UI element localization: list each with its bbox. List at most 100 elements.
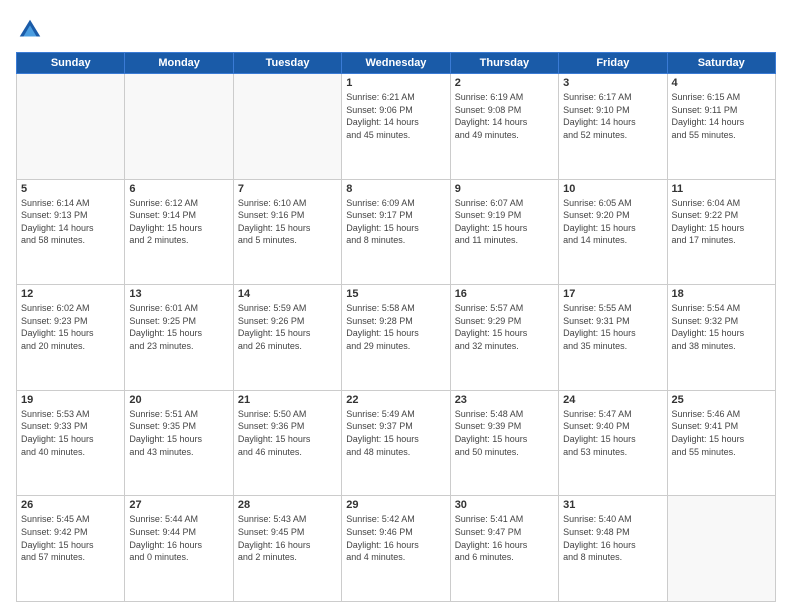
calendar-cell: 3 Sunrise: 6:17 AM Sunset: 9:10 PM Daylig… bbox=[559, 74, 667, 180]
day-info: Sunrise: 5:42 AM Sunset: 9:46 PM Dayligh… bbox=[346, 513, 445, 563]
calendar-cell: 11Sunrise: 6:04 AM Sunset: 9:22 PM Dayli… bbox=[667, 179, 775, 285]
calendar-cell bbox=[125, 74, 233, 180]
calendar-cell: 8 Sunrise: 6:09 AM Sunset: 9:17 PM Daylig… bbox=[342, 179, 450, 285]
day-number: 3 bbox=[563, 77, 662, 89]
calendar-cell: 17Sunrise: 5:55 AM Sunset: 9:31 PM Dayli… bbox=[559, 285, 667, 391]
day-number: 27 bbox=[129, 499, 228, 511]
week-row-3: 12 Sunrise: 6:02 AM Sunset: 9:23 PM Dayli… bbox=[17, 285, 776, 391]
calendar-table: SundayMondayTuesdayWednesdayThursdayFrid… bbox=[16, 52, 776, 602]
day-number: 19 bbox=[21, 394, 120, 406]
day-number: 14 bbox=[238, 288, 337, 300]
calendar-cell: 26Sunrise: 5:45 AM Sunset: 9:42 PM Dayli… bbox=[17, 496, 125, 602]
day-number: 5 bbox=[21, 183, 120, 195]
day-number: 28 bbox=[238, 499, 337, 511]
day-number: 15 bbox=[346, 288, 445, 300]
weekday-thursday: Thursday bbox=[450, 53, 558, 74]
calendar-cell: 7 Sunrise: 6:10 AM Sunset: 9:16 PM Daylig… bbox=[233, 179, 341, 285]
calendar-cell: 12 Sunrise: 6:02 AM Sunset: 9:23 PM Dayli… bbox=[17, 285, 125, 391]
day-number: 30 bbox=[455, 499, 554, 511]
calendar-cell: 15 Sunrise: 5:58 AM Sunset: 9:28 PM Dayli… bbox=[342, 285, 450, 391]
day-info: Sunrise: 6:14 AM Sunset: 9:13 PM Dayligh… bbox=[21, 197, 120, 247]
day-info: Sunrise: 6:09 AM Sunset: 9:17 PM Dayligh… bbox=[346, 197, 445, 247]
calendar-cell: 21 Sunrise: 5:50 AM Sunset: 9:36 PM Dayli… bbox=[233, 390, 341, 496]
day-number: 8 bbox=[346, 183, 445, 195]
week-row-5: 26Sunrise: 5:45 AM Sunset: 9:42 PM Dayli… bbox=[17, 496, 776, 602]
day-number: 1 bbox=[346, 77, 445, 89]
calendar-cell bbox=[667, 496, 775, 602]
calendar-cell: 23Sunrise: 5:48 AM Sunset: 9:39 PM Dayli… bbox=[450, 390, 558, 496]
day-info: Sunrise: 5:44 AM Sunset: 9:44 PM Dayligh… bbox=[129, 513, 228, 563]
logo-icon bbox=[16, 16, 44, 44]
day-info: Sunrise: 5:45 AM Sunset: 9:42 PM Dayligh… bbox=[21, 513, 120, 563]
calendar-cell: 31 Sunrise: 5:40 AM Sunset: 9:48 PM Dayli… bbox=[559, 496, 667, 602]
day-info: Sunrise: 5:40 AM Sunset: 9:48 PM Dayligh… bbox=[563, 513, 662, 563]
calendar-cell: 16 Sunrise: 5:57 AM Sunset: 9:29 PM Dayli… bbox=[450, 285, 558, 391]
day-number: 12 bbox=[21, 288, 120, 300]
calendar-cell: 28 Sunrise: 5:43 AM Sunset: 9:45 PM Dayli… bbox=[233, 496, 341, 602]
day-info: Sunrise: 5:41 AM Sunset: 9:47 PM Dayligh… bbox=[455, 513, 554, 563]
day-info: Sunrise: 5:58 AM Sunset: 9:28 PM Dayligh… bbox=[346, 302, 445, 352]
logo bbox=[16, 16, 48, 44]
day-info: Sunrise: 6:12 AM Sunset: 9:14 PM Dayligh… bbox=[129, 197, 228, 247]
calendar-cell: 27 Sunrise: 5:44 AM Sunset: 9:44 PM Dayli… bbox=[125, 496, 233, 602]
day-info: Sunrise: 6:21 AM Sunset: 9:06 PM Dayligh… bbox=[346, 91, 445, 141]
calendar-cell: 10Sunrise: 6:05 AM Sunset: 9:20 PM Dayli… bbox=[559, 179, 667, 285]
day-info: Sunrise: 6:07 AM Sunset: 9:19 PM Dayligh… bbox=[455, 197, 554, 247]
calendar-cell: 9Sunrise: 6:07 AM Sunset: 9:19 PM Daylig… bbox=[450, 179, 558, 285]
day-number: 16 bbox=[455, 288, 554, 300]
day-info: Sunrise: 5:43 AM Sunset: 9:45 PM Dayligh… bbox=[238, 513, 337, 563]
day-number: 18 bbox=[672, 288, 771, 300]
calendar-cell bbox=[17, 74, 125, 180]
day-number: 6 bbox=[129, 183, 228, 195]
day-number: 13 bbox=[129, 288, 228, 300]
day-number: 22 bbox=[346, 394, 445, 406]
calendar-cell: 19 Sunrise: 5:53 AM Sunset: 9:33 PM Dayli… bbox=[17, 390, 125, 496]
day-info: Sunrise: 5:46 AM Sunset: 9:41 PM Dayligh… bbox=[672, 408, 771, 458]
calendar-cell: 30 Sunrise: 5:41 AM Sunset: 9:47 PM Dayli… bbox=[450, 496, 558, 602]
day-info: Sunrise: 5:49 AM Sunset: 9:37 PM Dayligh… bbox=[346, 408, 445, 458]
weekday-sunday: Sunday bbox=[17, 53, 125, 74]
calendar-cell: 24 Sunrise: 5:47 AM Sunset: 9:40 PM Dayli… bbox=[559, 390, 667, 496]
day-info: Sunrise: 5:53 AM Sunset: 9:33 PM Dayligh… bbox=[21, 408, 120, 458]
day-number: 10 bbox=[563, 183, 662, 195]
day-number: 7 bbox=[238, 183, 337, 195]
weekday-wednesday: Wednesday bbox=[342, 53, 450, 74]
calendar-cell: 18 Sunrise: 5:54 AM Sunset: 9:32 PM Dayli… bbox=[667, 285, 775, 391]
calendar-cell: 14 Sunrise: 5:59 AM Sunset: 9:26 PM Dayli… bbox=[233, 285, 341, 391]
day-info: Sunrise: 6:17 AM Sunset: 9:10 PM Dayligh… bbox=[563, 91, 662, 141]
day-number: 4 bbox=[672, 77, 771, 89]
day-info: Sunrise: 5:50 AM Sunset: 9:36 PM Dayligh… bbox=[238, 408, 337, 458]
weekday-header-row: SundayMondayTuesdayWednesdayThursdayFrid… bbox=[17, 53, 776, 74]
day-number: 31 bbox=[563, 499, 662, 511]
calendar-cell: 13 Sunrise: 6:01 AM Sunset: 9:25 PM Dayli… bbox=[125, 285, 233, 391]
week-row-4: 19 Sunrise: 5:53 AM Sunset: 9:33 PM Dayli… bbox=[17, 390, 776, 496]
calendar-cell: 1 Sunrise: 6:21 AM Sunset: 9:06 PM Daylig… bbox=[342, 74, 450, 180]
day-info: Sunrise: 6:19 AM Sunset: 9:08 PM Dayligh… bbox=[455, 91, 554, 141]
day-number: 24 bbox=[563, 394, 662, 406]
day-number: 21 bbox=[238, 394, 337, 406]
day-info: Sunrise: 5:59 AM Sunset: 9:26 PM Dayligh… bbox=[238, 302, 337, 352]
weekday-saturday: Saturday bbox=[667, 53, 775, 74]
calendar-cell: 22 Sunrise: 5:49 AM Sunset: 9:37 PM Dayli… bbox=[342, 390, 450, 496]
day-info: Sunrise: 6:02 AM Sunset: 9:23 PM Dayligh… bbox=[21, 302, 120, 352]
day-info: Sunrise: 5:55 AM Sunset: 9:31 PM Dayligh… bbox=[563, 302, 662, 352]
day-info: Sunrise: 6:01 AM Sunset: 9:25 PM Dayligh… bbox=[129, 302, 228, 352]
day-info: Sunrise: 5:54 AM Sunset: 9:32 PM Dayligh… bbox=[672, 302, 771, 352]
day-info: Sunrise: 5:57 AM Sunset: 9:29 PM Dayligh… bbox=[455, 302, 554, 352]
calendar-cell: 6 Sunrise: 6:12 AM Sunset: 9:14 PM Daylig… bbox=[125, 179, 233, 285]
day-info: Sunrise: 6:10 AM Sunset: 9:16 PM Dayligh… bbox=[238, 197, 337, 247]
day-number: 2 bbox=[455, 77, 554, 89]
week-row-1: 1 Sunrise: 6:21 AM Sunset: 9:06 PM Daylig… bbox=[17, 74, 776, 180]
calendar-cell: 5 Sunrise: 6:14 AM Sunset: 9:13 PM Daylig… bbox=[17, 179, 125, 285]
calendar-cell: 4 Sunrise: 6:15 AM Sunset: 9:11 PM Daylig… bbox=[667, 74, 775, 180]
calendar-cell bbox=[233, 74, 341, 180]
day-info: Sunrise: 5:47 AM Sunset: 9:40 PM Dayligh… bbox=[563, 408, 662, 458]
day-info: Sunrise: 6:15 AM Sunset: 9:11 PM Dayligh… bbox=[672, 91, 771, 141]
calendar-cell: 29 Sunrise: 5:42 AM Sunset: 9:46 PM Dayli… bbox=[342, 496, 450, 602]
weekday-monday: Monday bbox=[125, 53, 233, 74]
day-number: 20 bbox=[129, 394, 228, 406]
calendar-cell: 2 Sunrise: 6:19 AM Sunset: 9:08 PM Daylig… bbox=[450, 74, 558, 180]
day-number: 25 bbox=[672, 394, 771, 406]
day-number: 29 bbox=[346, 499, 445, 511]
calendar-cell: 20Sunrise: 5:51 AM Sunset: 9:35 PM Dayli… bbox=[125, 390, 233, 496]
